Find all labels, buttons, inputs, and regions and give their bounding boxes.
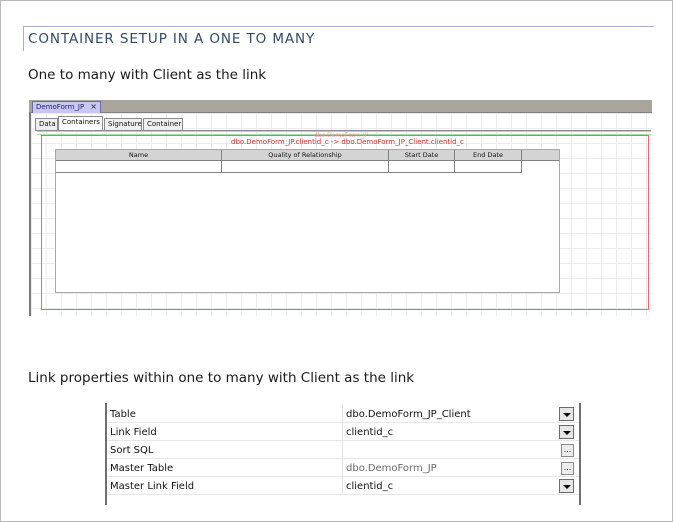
caption-one-to-many: One to many with Client as the link: [28, 67, 267, 83]
dropdown-button[interactable]: [559, 407, 574, 421]
column-divider: [342, 423, 343, 441]
grid-cell[interactable]: [389, 161, 455, 173]
dropdown-button[interactable]: [559, 479, 574, 493]
property-label: Table: [110, 409, 136, 420]
property-label: Link Field: [110, 427, 157, 438]
property-value-master-link-field[interactable]: clientid_c: [346, 481, 393, 492]
chevron-down-icon: [563, 431, 571, 435]
ellipsis-button[interactable]: ...: [561, 462, 574, 475]
document-tab-bar: DemoForm_JP ×: [29, 100, 652, 113]
form-designer-screenshot: DemoForm_JP × Data Containers Signature …: [29, 100, 652, 316]
form-tab-strip: Data Containers Signature Container: [35, 116, 355, 130]
property-label: Master Link Field: [110, 481, 195, 492]
grid-cell[interactable]: [56, 161, 222, 173]
grid-cell[interactable]: [455, 161, 522, 173]
document-page: CONTAINER SETUP IN A ONE TO MANY One to …: [0, 0, 673, 522]
column-header-start-date[interactable]: Start Date: [389, 150, 455, 161]
column-divider: [342, 405, 343, 423]
chevron-down-icon: [563, 485, 571, 489]
close-icon[interactable]: ×: [90, 102, 97, 111]
column-divider: [342, 477, 343, 495]
tab-container[interactable]: Container: [143, 118, 183, 130]
column-header-name[interactable]: Name: [56, 150, 222, 161]
caption-link-properties: Link properties within one to many with …: [28, 370, 415, 386]
column-header-quality[interactable]: Quality of Relationship: [222, 150, 389, 161]
property-row-master-table[interactable]: Master Table dbo.DemoForm_JP ...: [107, 459, 579, 477]
document-tab-demoform[interactable]: DemoForm_JP ×: [32, 101, 101, 113]
property-value-link-field[interactable]: clientid_c: [346, 427, 393, 438]
link-property-grid: Table dbo.DemoForm_JP_Client Link Field …: [105, 403, 581, 505]
property-row-master-link-field[interactable]: Master Link Field clientid_c: [107, 477, 579, 495]
property-value-master-table[interactable]: dbo.DemoForm_JP: [346, 463, 437, 474]
property-row-link-field[interactable]: Link Field clientid_c: [107, 423, 579, 441]
tab-data[interactable]: Data: [35, 118, 58, 130]
dropdown-button[interactable]: [559, 425, 574, 439]
grid-cell[interactable]: [222, 161, 389, 173]
property-label: Sort SQL: [110, 445, 154, 456]
property-value-table[interactable]: dbo.DemoForm_JP_Client: [346, 409, 471, 420]
chevron-down-icon: [563, 413, 571, 417]
container-grid[interactable]: Name Quality of Relationship Start Date …: [55, 149, 560, 293]
grid-header: Name Quality of Relationship Start Date …: [56, 150, 559, 161]
property-row-table[interactable]: Table dbo.DemoForm_JP_Client: [107, 405, 579, 423]
column-header-end-date[interactable]: End Date: [455, 150, 522, 161]
tab-containers[interactable]: Containers: [58, 116, 103, 130]
column-divider: [342, 459, 343, 477]
column-divider: [342, 441, 343, 459]
ellipsis-button[interactable]: ...: [561, 444, 574, 457]
designer-canvas: Data Containers Signature Container dbo.…: [29, 113, 652, 316]
container-link-label: dbo.DemoForm_JP.clientid_c -> dbo.DemoFo…: [231, 138, 464, 146]
table-row[interactable]: [56, 161, 522, 173]
tab-signature[interactable]: Signature: [104, 118, 142, 130]
property-row-sort-sql[interactable]: Sort SQL ...: [107, 441, 579, 459]
document-tab-label: DemoForm_JP: [36, 103, 85, 111]
section-heading: CONTAINER SETUP IN A ONE TO MANY: [23, 26, 654, 51]
property-label: Master Table: [110, 463, 174, 474]
one-to-many-container[interactable]: dbo.DemoForm_JP dbo.DemoForm_JP.clientid…: [41, 132, 649, 310]
